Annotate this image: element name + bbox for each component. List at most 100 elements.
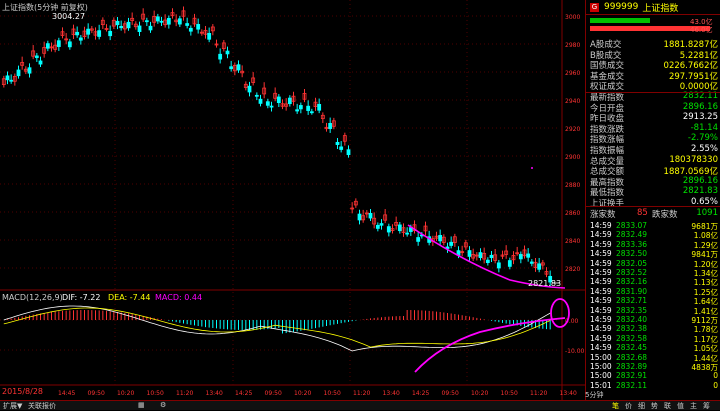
price-tick-label: 2980 <box>565 42 580 49</box>
candle-body <box>258 98 263 104</box>
candle-body <box>45 43 50 49</box>
candle-body <box>229 66 234 70</box>
tick-price: 2832.40 <box>616 315 648 324</box>
candle-body <box>155 16 160 22</box>
quote-row: 昨日收盘 2913.25 <box>590 112 718 124</box>
candle-body <box>438 235 443 242</box>
settings-icon[interactable]: ⚙ <box>160 401 166 409</box>
time-tick-label: 10:20 <box>117 390 134 397</box>
quote-row: 指数涨跌 -81.14 <box>590 122 718 135</box>
tick-volume: 0 <box>713 380 718 390</box>
candle-body <box>397 224 402 232</box>
candle-body <box>5 75 10 81</box>
time-tick-label: 09:50 <box>265 390 282 397</box>
candle-body <box>295 109 300 112</box>
tick-price: 2832.38 <box>616 324 648 334</box>
tick-time: 14:59 <box>590 296 612 306</box>
candle-body <box>78 37 83 41</box>
tick-time: 14:59 <box>590 324 612 334</box>
candle-body <box>207 33 212 40</box>
index-name: 上证指数 <box>642 3 679 14</box>
down-volume-value: 46.0亿 <box>690 26 713 34</box>
candle-body <box>449 241 454 246</box>
candle-body <box>115 20 120 26</box>
candle-body <box>518 254 523 260</box>
kline-chart-panel[interactable]: 3000 2980 2960 2940 2920 2900 2880 2860 2840 2820… <box>0 0 585 400</box>
candle-body <box>346 149 351 156</box>
candle-body <box>218 53 223 60</box>
candle-body <box>38 60 43 65</box>
left-date-label: 2015/8/28 <box>2 387 44 396</box>
price-tick-label: 2920 <box>565 126 580 133</box>
candle-body <box>16 69 21 77</box>
macd-dea-label: DEA: -7.44 <box>108 293 151 302</box>
time-tick-label: 10:20 <box>294 390 311 397</box>
period-button[interactable]: 5分钟 <box>585 390 605 400</box>
quote-row: 指数振幅 2.55% <box>590 144 718 156</box>
candle-body <box>265 101 270 106</box>
tick-time: 14:59 <box>590 239 612 249</box>
tick-price: 2832.45 <box>616 343 648 353</box>
candle-body <box>144 20 149 23</box>
quote-row: B股成交 5.2281亿 <box>590 49 718 61</box>
quote-row-value: -81.14 <box>690 122 718 133</box>
tick-time: 14:59 <box>590 221 612 230</box>
macd-value-label: MACD: 0.44 <box>155 293 203 302</box>
price-tick-label: 2860 <box>565 210 580 217</box>
candle-body <box>507 260 512 267</box>
low-price-label: 2821.83 <box>528 279 562 288</box>
time-tick-label: 14:25 <box>235 390 252 397</box>
candle-body <box>335 141 340 145</box>
candle-body <box>537 263 542 270</box>
time-tick-label: 10:20 <box>471 390 488 397</box>
grid-icon[interactable]: ▦ <box>138 401 145 409</box>
candle-body <box>339 146 344 150</box>
tick-time: 15:00 <box>590 352 612 362</box>
macd-circle-annotation <box>550 298 570 328</box>
tick-price: 2832.11 <box>616 380 648 390</box>
candle-body <box>27 67 32 74</box>
tick-price: 2832.68 <box>616 352 648 362</box>
time-tick-label: 13:40 <box>206 390 223 397</box>
index-code: 999999 <box>604 2 639 12</box>
tick-time: 14:59 <box>590 286 612 296</box>
tick-price: 2832.35 <box>616 305 648 315</box>
breadth-row: 涨家数 85 跌家数 1091 <box>590 208 718 220</box>
fall-label: 跌家数 <box>652 210 678 220</box>
macd-dif-label: DIF: -7.22 <box>62 293 101 302</box>
quote-row: 今日开盘 2896.16 <box>590 102 718 114</box>
candle-body <box>56 40 61 47</box>
tick-price: 2832.50 <box>616 249 648 259</box>
macd-title: MACD(12,26,9) <box>2 293 63 302</box>
macd-dif-line <box>3 305 551 352</box>
quote-row-value: 2.55% <box>690 144 718 154</box>
candle-body <box>159 20 164 23</box>
candle-body <box>67 41 72 48</box>
tick-price: 2832.05 <box>616 258 648 268</box>
candle-body <box>529 261 534 264</box>
time-tick-label: 11:20 <box>176 390 193 397</box>
macd-tick-label: -10.00 <box>565 348 585 355</box>
quote-header: G 999999 上证指数 <box>586 0 720 15</box>
time-tick-label: 13:40 <box>383 390 400 397</box>
candle-body <box>496 262 501 269</box>
candle-body <box>526 253 531 258</box>
quote-row: 基金成交 297.7951亿 <box>590 70 718 82</box>
tick-row: 15:01 2832.11 0 <box>590 381 718 392</box>
panel-divider <box>586 206 720 207</box>
quote-row-value: 2821.83 <box>682 186 718 197</box>
tick-price: 2832.58 <box>616 333 648 343</box>
tick-time: 14:59 <box>590 343 612 353</box>
candle-body <box>298 105 303 110</box>
quote-row: 权证成交 0.0000亿 <box>590 80 718 92</box>
candle-body <box>137 25 142 32</box>
kline-chart-svg[interactable]: 3000 2980 2960 2940 2920 2900 2880 2860 2840 2820… <box>0 0 585 400</box>
candle-body <box>317 104 322 111</box>
tick-price: 2833.36 <box>616 239 648 249</box>
bottom-toolbar: 扩展▼ 关联报价 ▦ ⚙ 笔价细势联值主筹 <box>0 400 720 410</box>
macd-dea-line <box>3 307 551 348</box>
rise-label: 涨家数 <box>590 210 616 220</box>
tick-price: 2832.16 <box>616 277 648 287</box>
candle-body <box>86 28 91 35</box>
time-tick-label: 13:40 <box>560 390 577 397</box>
